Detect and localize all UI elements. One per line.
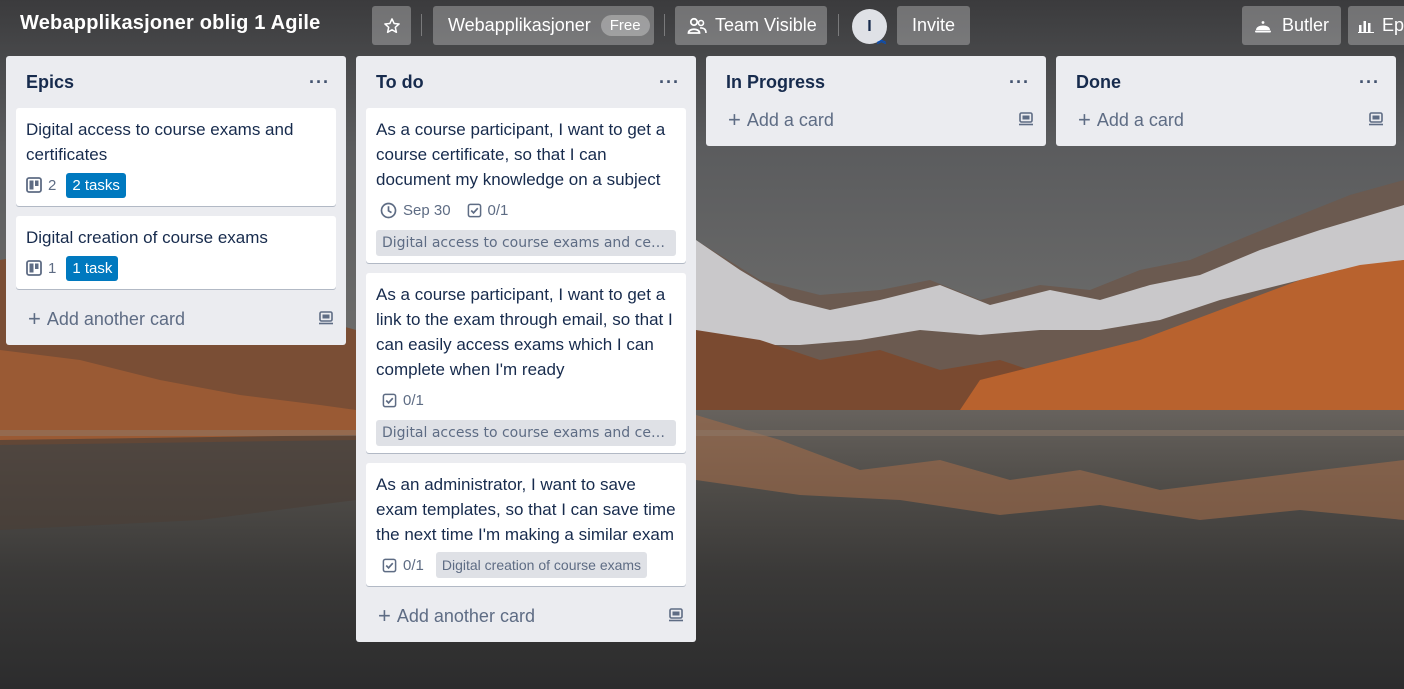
checklist-icon <box>382 393 397 408</box>
butler-bell-icon <box>1254 18 1272 34</box>
card-title: Digital creation of course exams <box>26 228 268 247</box>
clock-icon <box>380 202 397 219</box>
list-title[interactable]: To do <box>376 72 424 93</box>
board-header: Webapplikasjoner oblig 1 Agile Webapplik… <box>0 0 1404 52</box>
star-icon <box>383 17 401 35</box>
star-button[interactable] <box>372 6 411 45</box>
list-done: Done ··· + Add a card <box>1056 56 1396 146</box>
card-template-icon[interactable] <box>1018 110 1034 131</box>
plus-icon: + <box>28 306 41 331</box>
board-title[interactable]: Webapplikasjoner oblig 1 Agile <box>20 12 321 35</box>
tasks-chip[interactable]: 1 task <box>66 255 119 281</box>
card-badges: 0/1 <box>376 386 676 414</box>
card[interactable]: Digital creation of course exams 1 1 tas… <box>16 216 336 289</box>
workspace-button[interactable]: Webapplikasjoner Free <box>433 6 654 45</box>
plus-icon: + <box>728 107 741 132</box>
checklist-badge: 0/1 <box>382 386 424 414</box>
list-title[interactable]: Epics <box>26 72 74 93</box>
card-title: As a course participant, I want to get a… <box>376 120 666 189</box>
add-card-button[interactable]: + Add a card <box>706 100 1046 140</box>
checklist-badge: 0/1 <box>467 196 508 224</box>
header-divider <box>838 14 839 36</box>
list-menu-icon[interactable]: ··· <box>655 72 684 93</box>
list-header: Epics ··· <box>6 56 346 108</box>
plus-icon: + <box>1078 107 1091 132</box>
due-date-badge: Sep 30 <box>380 196 451 224</box>
list-title[interactable]: In Progress <box>726 72 825 93</box>
card-title: Digital access to course exams and certi… <box>26 120 294 164</box>
workspace-label: Webapplikasjoner <box>448 15 591 35</box>
board-icon <box>26 177 42 193</box>
card-badges: 2 2 tasks <box>26 171 326 199</box>
list-header: To do ··· <box>356 56 696 108</box>
card[interactable]: As an administrator, I want to save exam… <box>366 463 686 586</box>
epic-link-chip[interactable]: Digital access to course exams and certi… <box>376 230 676 256</box>
checklist-icon <box>467 203 482 218</box>
card-template-icon[interactable] <box>318 309 334 330</box>
list-menu-icon[interactable]: ··· <box>1005 72 1034 93</box>
card[interactable]: Digital access to course exams and certi… <box>16 108 336 206</box>
list-menu-icon[interactable]: ··· <box>305 72 334 93</box>
linked-cards-badge: 2 <box>26 171 56 199</box>
card-template-icon[interactable] <box>1368 110 1384 131</box>
bar-chart-icon <box>1358 19 1374 33</box>
tasks-chip[interactable]: 2 tasks <box>66 172 126 198</box>
member-avatar[interactable]: I ︽ <box>852 9 887 45</box>
header-divider <box>421 14 422 36</box>
plus-icon: + <box>378 603 391 628</box>
list-epics: Epics ··· Digital access to course exams… <box>6 56 346 345</box>
admin-chevron-icon: ︽ <box>876 35 886 45</box>
team-icon <box>687 17 707 35</box>
plan-badge: Free <box>600 15 650 36</box>
card-title: As an administrator, I want to save exam… <box>376 475 676 544</box>
epic-link-chip[interactable]: Digital access to course exams and certi… <box>376 420 676 446</box>
board-icon <box>26 260 42 276</box>
card-title: As a course participant, I want to get a… <box>376 285 673 379</box>
header-divider <box>664 14 665 36</box>
add-card-button[interactable]: + Add a card <box>1056 100 1396 140</box>
checklist-icon <box>382 558 397 573</box>
checklist-badge: 0/1 <box>382 551 424 579</box>
visibility-label: Team Visible <box>715 15 817 35</box>
power-up-button[interactable]: Ep <box>1348 6 1404 45</box>
list-menu-icon[interactable]: ··· <box>1355 72 1384 93</box>
card[interactable]: As a course participant, I want to get a… <box>366 108 686 263</box>
card[interactable]: As a course participant, I want to get a… <box>366 273 686 453</box>
visibility-button[interactable]: Team Visible <box>675 6 827 45</box>
linked-cards-badge: 1 <box>26 254 56 282</box>
list-to-do: To do ··· As a course participant, I wan… <box>356 56 696 642</box>
invite-button[interactable]: Invite <box>897 6 970 45</box>
epic-link-chip[interactable]: Digital creation of course exams <box>435 552 648 578</box>
card-badges: 0/1 Digital creation of course exams <box>376 551 676 579</box>
add-card-button[interactable]: + Add another card <box>6 299 346 339</box>
card-template-icon[interactable] <box>668 606 684 627</box>
card-badges: 1 1 task <box>26 254 326 282</box>
butler-button[interactable]: Butler <box>1242 6 1341 45</box>
list-title[interactable]: Done <box>1076 72 1121 93</box>
add-card-button[interactable]: + Add another card <box>356 596 696 636</box>
card-badges: Sep 30 0/1 <box>376 196 676 224</box>
list-in-progress: In Progress ··· + Add a card <box>706 56 1046 146</box>
